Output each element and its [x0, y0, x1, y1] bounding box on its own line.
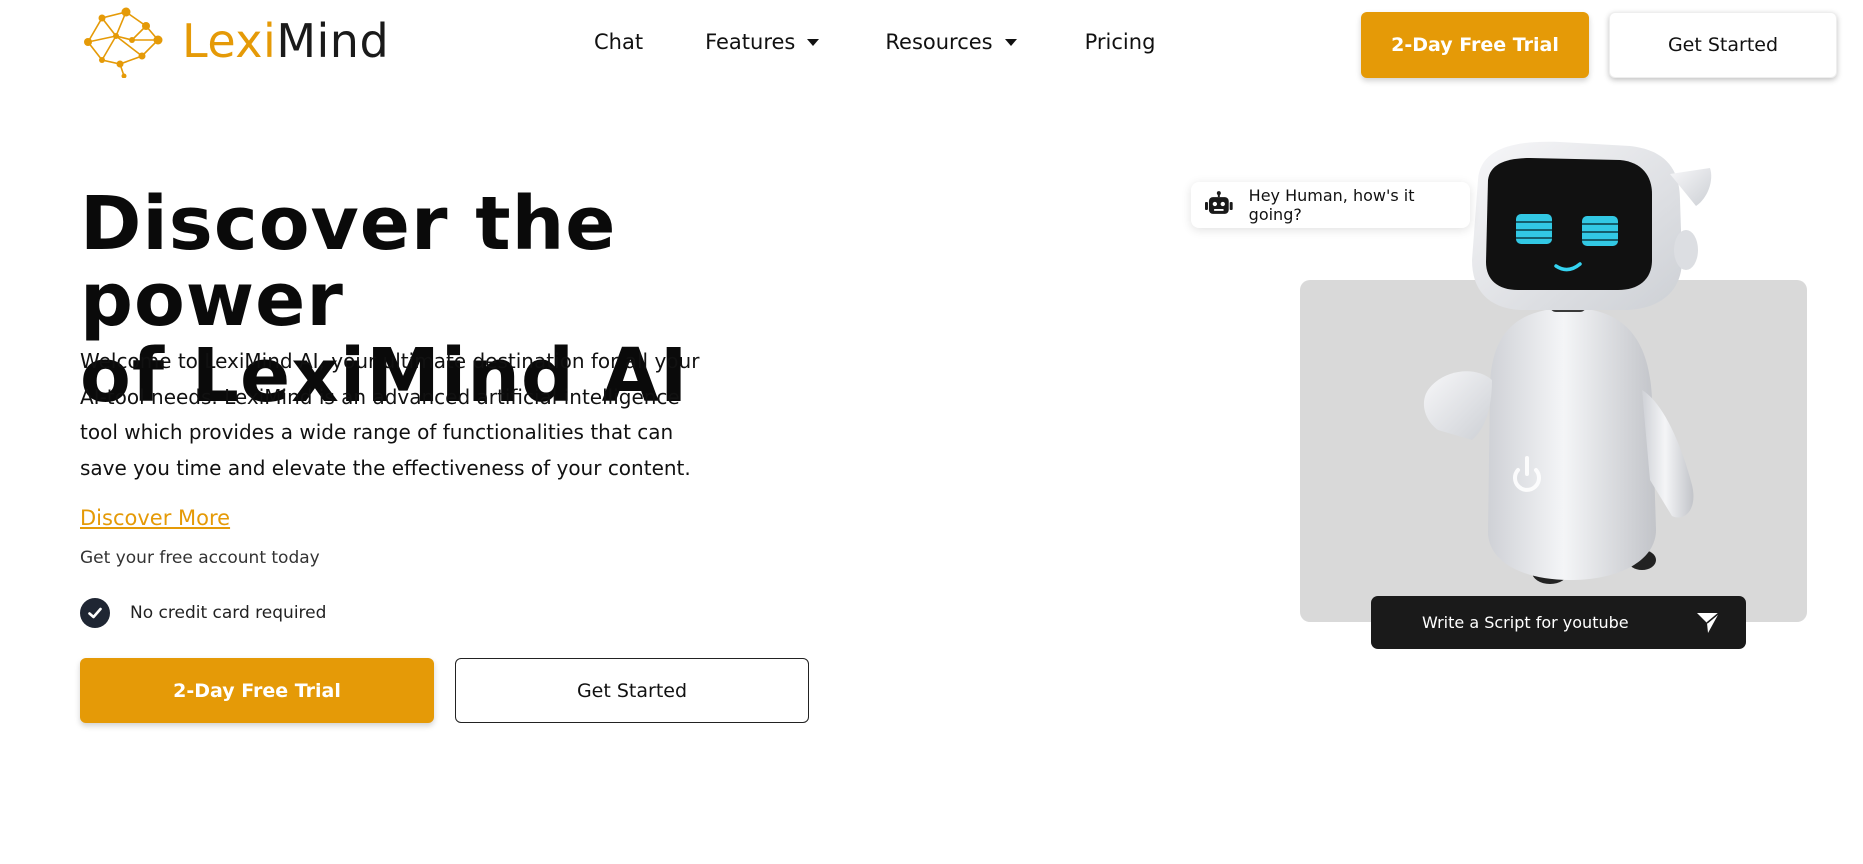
- discover-more-link[interactable]: Discover More: [80, 506, 230, 530]
- prompt-text: Write a Script for youtube: [1422, 613, 1629, 632]
- check-circle-icon: [80, 598, 110, 628]
- nav-pricing-label: Pricing: [1084, 30, 1156, 54]
- nav-chat-label: Chat: [594, 30, 644, 54]
- hero-get-started-button[interactable]: Get Started: [455, 658, 809, 723]
- logo-text-mind: Mind: [276, 14, 390, 68]
- header-free-trial-button[interactable]: 2-Day Free Trial: [1361, 12, 1589, 78]
- no-credit-card-text: No credit card required: [130, 603, 327, 623]
- no-credit-card-note: No credit card required: [80, 598, 326, 628]
- header-get-started-button[interactable]: Get Started: [1609, 12, 1837, 78]
- send-icon: [1697, 612, 1720, 633]
- logo-text-lexi: Lexi: [182, 14, 277, 68]
- main-nav: Chat Features Resources Pricing: [594, 30, 1155, 54]
- nav-features[interactable]: Features: [705, 30, 820, 54]
- chat-bubble: Hey Human, how's it going?: [1191, 182, 1470, 228]
- hero-free-trial-button[interactable]: 2-Day Free Trial: [80, 658, 434, 723]
- prompt-bar: Write a Script for youtube: [1371, 596, 1746, 649]
- logo[interactable]: LexiMind: [80, 4, 389, 78]
- nav-resources[interactable]: Resources: [885, 30, 1017, 54]
- free-account-text: Get your free account today: [80, 548, 320, 568]
- chat-bubble-text: Hey Human, how's it going?: [1248, 186, 1415, 224]
- nav-resources-label: Resources: [885, 30, 993, 54]
- robot-icon: [1205, 191, 1233, 214]
- nav-chat[interactable]: Chat: [594, 30, 643, 54]
- nav-pricing[interactable]: Pricing: [1085, 30, 1156, 54]
- site-header: LexiMind Chat Features Resources Pricing…: [0, 0, 1863, 90]
- hero-description: Welcome to LexiMind AI, your ultimate de…: [80, 349, 700, 480]
- caret-down-icon: [807, 38, 820, 46]
- nav-features-label: Features: [705, 30, 796, 54]
- logo-network-icon: [84, 7, 163, 78]
- hero-title-line1: Discover the power: [80, 181, 617, 343]
- caret-down-icon: [1004, 38, 1017, 46]
- logo-wordmark: LexiMind: [182, 14, 389, 68]
